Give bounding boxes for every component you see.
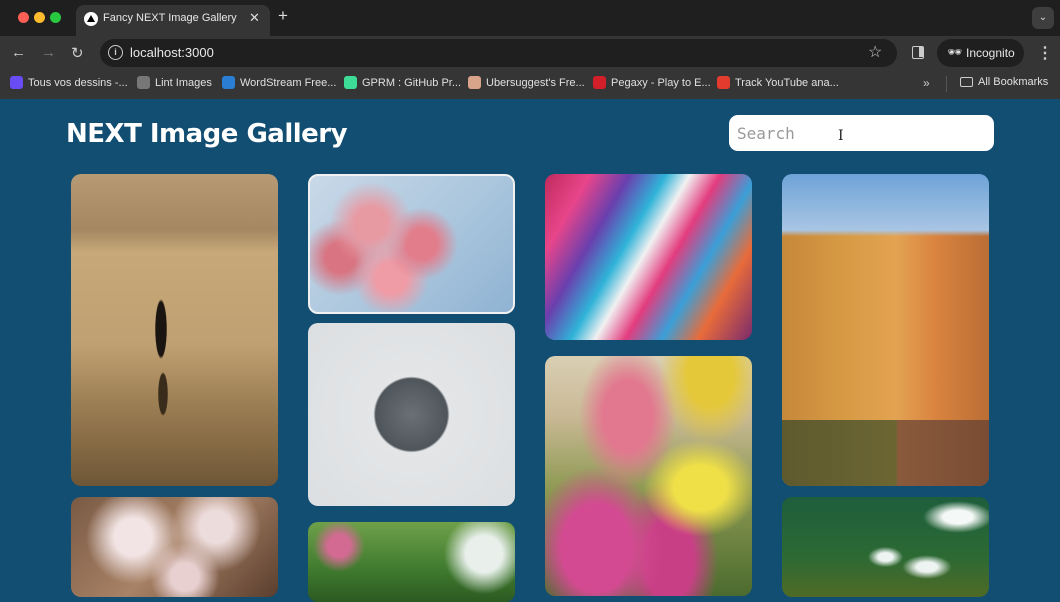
more-bookmarks-button[interactable]: » [923,76,930,90]
search-input[interactable] [729,115,994,151]
globe-icon [137,76,150,89]
pegaxy-icon [593,76,606,89]
back-icon[interactable]: ← [11,44,26,61]
all-bookmarks-label: All Bookmarks [978,76,1049,88]
bookmark-label: Ubersuggest's Fre... [486,76,585,89]
canva-icon [10,76,23,89]
bookmarks-divider [946,76,947,92]
browser-chrome: Fancy NEXT Image Gallery ✕ + ⌄ ← → ↻ i l… [0,0,1060,99]
wordstream-icon [222,76,235,89]
gallery-image-green-garden[interactable] [308,522,515,602]
forward-icon[interactable]: → [41,44,56,61]
bookmark-item[interactable]: Lint Images [137,76,212,89]
bookmark-item[interactable]: Track YouTube ana... [717,76,839,89]
incognito-icon: 🕶 [947,45,963,59]
url-text[interactable]: localhost:3000 [130,45,214,60]
new-tab-button[interactable]: + [278,6,288,26]
river-reflection [782,420,989,486]
bookmark-item[interactable]: Tous vos dessins -... [10,76,128,89]
incognito-badge[interactable]: 🕶 Incognito [937,39,1024,67]
page-title: NEXT Image Gallery [66,119,348,149]
side-panel-icon[interactable] [912,46,924,59]
close-window-button[interactable] [18,12,29,23]
minimize-window-button[interactable] [34,12,45,23]
tab-close-icon[interactable]: ✕ [249,10,260,26]
maximize-window-button[interactable] [50,12,61,23]
gallery-image-tulip-market[interactable] [545,356,752,596]
gallery-image-colorful-motion-blur[interactable] [545,174,752,340]
bookmark-star-icon[interactable]: ☆ [868,42,882,62]
analytics-icon [717,76,730,89]
tab-title: Fancy NEXT Image Gallery [103,12,237,24]
incognito-label: Incognito [966,46,1015,60]
gallery-image-white-blossoms[interactable] [71,497,278,597]
bookmark-label: Track YouTube ana... [735,76,839,89]
bookmark-item[interactable]: GPRM : GitHub Pr... [344,76,461,89]
bookmark-label: GPRM : GitHub Pr... [362,76,462,89]
reload-icon[interactable]: ↻ [71,44,84,62]
gallery-image-man-standing-in-water[interactable] [71,174,278,486]
nextjs-favicon-icon [84,12,98,26]
gallery-image-ocean-waves[interactable] [782,497,989,597]
bookmark-label: Tous vos dessins -... [28,76,128,89]
ubersuggest-icon [468,76,481,89]
bookmark-label: Pegaxy - Play to E... [611,76,711,89]
address-bar[interactable]: i localhost:3000 ☆ [100,39,897,67]
tab-strip: Fancy NEXT Image Gallery ✕ + ⌄ [0,0,1060,36]
bookmark-label: Lint Images [155,76,212,89]
folder-icon [960,77,973,87]
tab-search-button[interactable]: ⌄ [1032,7,1054,29]
bookmark-item[interactable]: Pegaxy - Play to E... [593,76,711,89]
site-info-icon[interactable]: i [108,45,123,60]
gallery-image-cherry-blossom-branch[interactable] [308,174,515,314]
bookmark-item[interactable]: Ubersuggest's Fre... [468,76,585,89]
all-bookmarks-button[interactable]: All Bookmarks [960,76,1048,88]
gallery-image-feet-in-round-mirror[interactable] [308,323,515,506]
text-cursor-icon: I [838,128,844,144]
bookmark-label: WordStream Free... [240,76,337,89]
tab-active[interactable]: Fancy NEXT Image Gallery ✕ [76,5,270,36]
gprm-icon [344,76,357,89]
bookmark-item[interactable]: WordStream Free... [222,76,336,89]
more-menu-icon[interactable]: ⋮ [1037,43,1053,63]
